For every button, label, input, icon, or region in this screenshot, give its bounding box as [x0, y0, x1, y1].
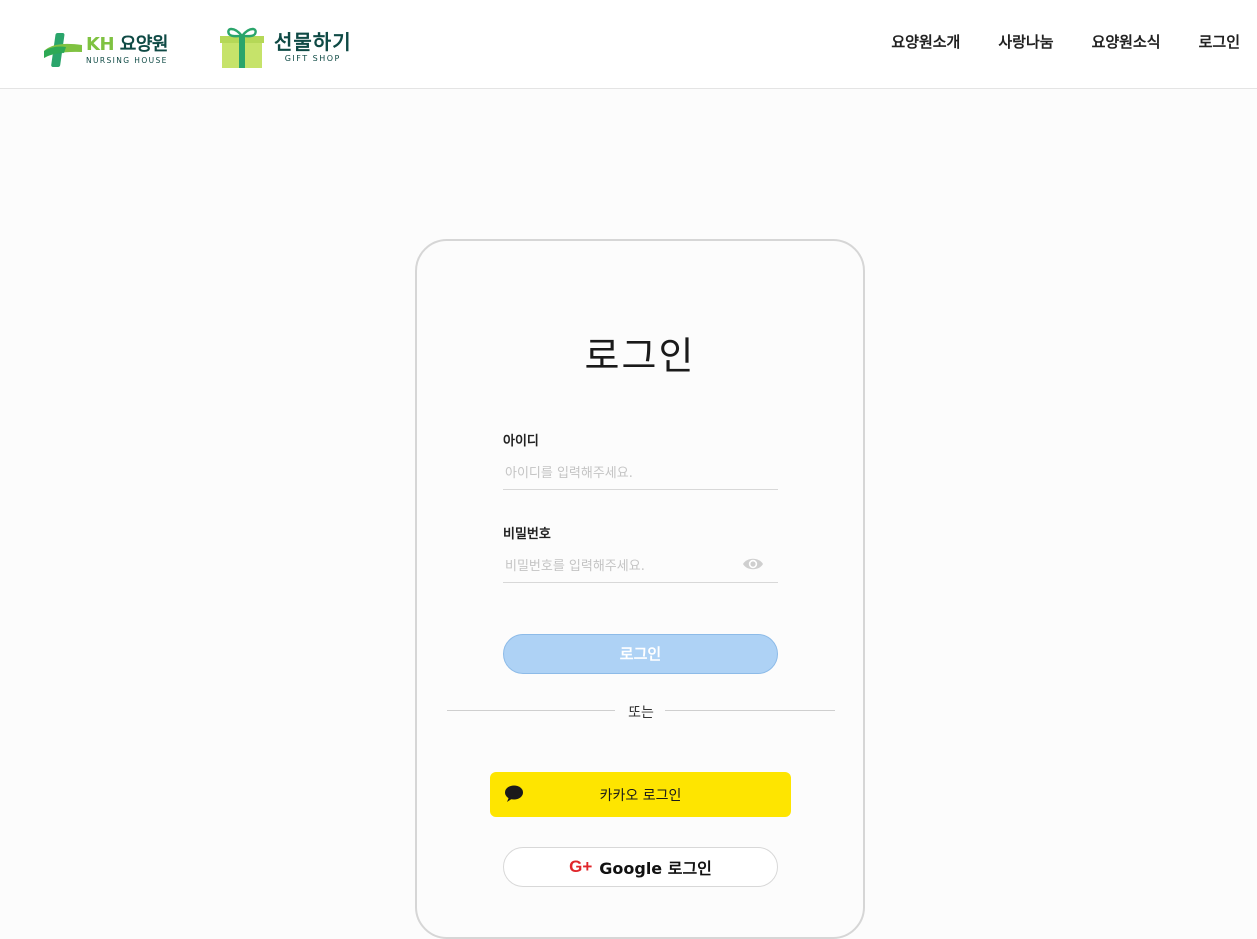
nav-item-login[interactable]: 로그인	[1199, 31, 1240, 52]
nav-item-sharing[interactable]: 사랑나눔	[998, 31, 1053, 52]
google-login-button[interactable]: G+ Google 로그인	[503, 847, 778, 887]
eye-icon[interactable]	[742, 556, 764, 572]
google-plus-icon: G+	[569, 857, 593, 876]
gift-subtitle: GIFT SHOP	[284, 53, 341, 63]
password-input[interactable]	[503, 552, 778, 580]
login-title: 로그인	[584, 334, 696, 378]
kakao-login-button[interactable]: 카카오 로그인	[490, 772, 791, 817]
id-input-wrap	[503, 459, 778, 490]
gift-name: 선물하기	[274, 29, 352, 54]
divider-line-right	[665, 710, 835, 711]
id-label: 아이디	[503, 434, 539, 449]
id-input[interactable]	[503, 459, 778, 487]
google-login-label: Google 로그인	[599, 859, 712, 878]
kh-mark: KH	[86, 33, 115, 55]
site-header: KH 요양원 NURSING HOUSE 선물하기 GIFT SHOP 요양원소…	[0, 0, 1257, 89]
kh-name: 요양원	[119, 33, 169, 55]
nav-item-about[interactable]: 요양원소개	[891, 31, 960, 52]
gift-logo-text: 선물하기 GIFT SHOP	[274, 32, 352, 63]
gift-shop-logo[interactable]: 선물하기 GIFT SHOP	[220, 24, 370, 70]
kh-logo-text: KH 요양원 NURSING HOUSE	[86, 33, 169, 65]
nav-item-news[interactable]: 요양원소식	[1092, 31, 1161, 52]
kakao-login-label: 카카오 로그인	[599, 788, 682, 804]
login-submit-button[interactable]: 로그인	[503, 634, 778, 674]
kh-subtitle: NURSING HOUSE	[86, 55, 168, 65]
gift-box-icon	[220, 27, 264, 68]
kh-nursing-house-logo[interactable]: KH 요양원 NURSING HOUSE	[42, 31, 182, 69]
login-card: 로그인 아이디 비밀번호 로그인 또는 카카오 로그인 G+ G	[415, 239, 865, 939]
id-field: 아이디	[503, 430, 778, 490]
or-divider: 또는	[447, 701, 835, 721]
password-field: 비밀번호	[503, 523, 778, 583]
main-nav: 요양원소개 사랑나눔 요양원소식 로그인	[891, 31, 1240, 52]
kh-cross-logo-icon	[44, 33, 82, 67]
password-label: 비밀번호	[503, 527, 551, 542]
divider-text: 또는	[628, 705, 654, 721]
password-input-wrap	[503, 552, 778, 583]
